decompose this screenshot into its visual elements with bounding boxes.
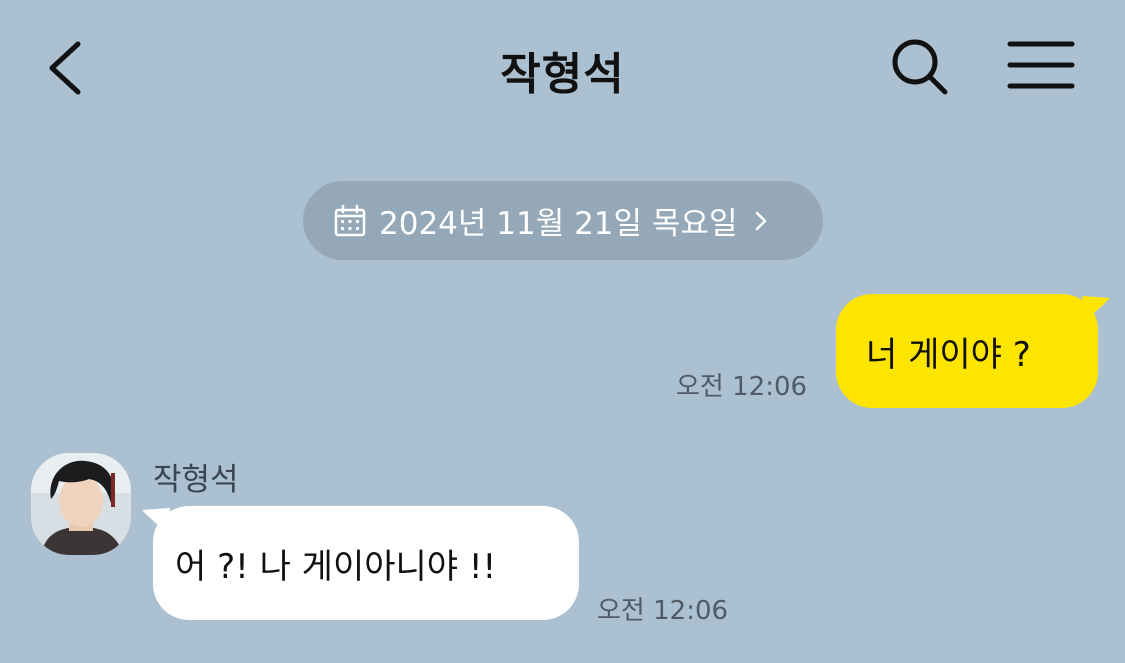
chat-header: 작형석 xyxy=(0,0,1125,135)
chevron-right-icon xyxy=(753,208,775,234)
search-button[interactable] xyxy=(885,32,955,102)
incoming-message-bubble[interactable]: 어 ?! 나 게이아니야 !! xyxy=(153,506,579,620)
message-text: 너 게이야 ? xyxy=(866,334,1031,375)
outgoing-message-bubble[interactable]: 너 게이야 ? xyxy=(836,294,1098,408)
calendar-icon xyxy=(333,203,369,239)
search-icon xyxy=(892,39,948,95)
message-time: 오전 12:06 xyxy=(676,372,808,402)
avatar[interactable] xyxy=(31,453,131,555)
chat-title: 작형석 xyxy=(500,49,625,100)
menu-button[interactable] xyxy=(1004,34,1078,96)
message-text: 어 ?! 나 게이아니야 !! xyxy=(175,546,497,587)
hamburger-menu-icon xyxy=(1007,41,1075,89)
date-divider[interactable]: 2024년 11월 21일 목요일 xyxy=(303,181,823,260)
sender-name: 작형석 xyxy=(153,462,239,498)
date-divider-text: 2024년 11월 21일 목요일 xyxy=(379,206,738,242)
message-time: 오전 12:06 xyxy=(597,596,729,626)
